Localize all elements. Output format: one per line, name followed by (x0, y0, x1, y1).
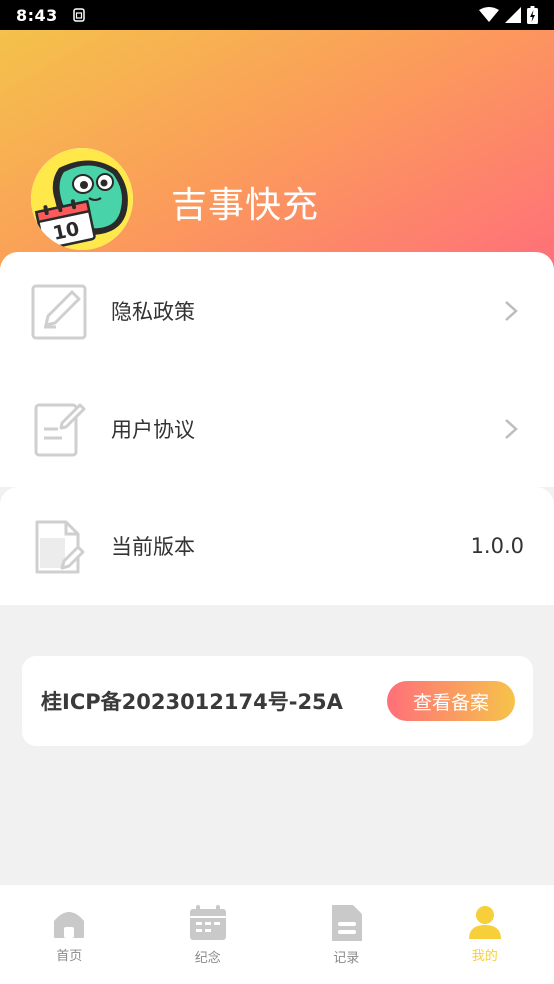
tab-label: 我的 (471, 949, 498, 964)
menu-item-user-agreement[interactable]: 用户协议 (0, 370, 554, 488)
avatar[interactable]: 10 (31, 148, 133, 250)
icp-number: 桂ICP备2023012174号-25A (41, 690, 343, 714)
record-icon (332, 905, 363, 941)
wifi-icon (479, 7, 499, 22)
tab-home[interactable]: 首页 (0, 885, 139, 984)
menu-item-label: 用户协议 (111, 418, 195, 442)
signal-icon (505, 7, 521, 23)
sim-card-icon (73, 8, 85, 22)
status-time: 8:43 (16, 5, 58, 25)
tab-label: 首页 (56, 949, 83, 964)
tab-mine[interactable]: 我的 (416, 885, 554, 984)
menu-item-label: 隐私政策 (111, 300, 195, 324)
tab-label: 记录 (333, 951, 360, 966)
battery-icon (527, 6, 538, 24)
menu-card: 隐私政策 用户协议 (0, 252, 554, 487)
calendar-mascot-avatar-icon: 10 (31, 148, 133, 250)
bottom-tab-bar: 首页 纪念 记录 我的 (0, 885, 554, 984)
user-icon (468, 906, 501, 939)
menu-item-privacy-policy[interactable]: 隐私政策 (0, 252, 554, 370)
home-icon (54, 912, 85, 938)
version-row: 当前版本 1.0.0 (0, 487, 554, 605)
tab-anniversary[interactable]: 纪念 (139, 885, 278, 984)
tab-label: 纪念 (194, 951, 221, 966)
app-name: 吉事快充 (171, 185, 320, 226)
chevron-right-icon (505, 419, 518, 439)
edit-icon (31, 284, 87, 340)
document-edit-icon (34, 403, 86, 457)
version-value: 1.0.0 (470, 534, 524, 558)
file-edit-icon (35, 520, 85, 574)
chevron-right-icon (505, 301, 518, 321)
icp-card: 桂ICP备2023012174号-25A 查看备案 (22, 656, 533, 746)
tab-records[interactable]: 记录 (277, 885, 416, 984)
version-card: 当前版本 1.0.0 (0, 487, 554, 605)
version-label: 当前版本 (111, 535, 195, 559)
calendar-icon (189, 905, 226, 940)
view-filing-button[interactable]: 查看备案 (387, 681, 515, 721)
status-bar: 8:43 (0, 0, 554, 30)
